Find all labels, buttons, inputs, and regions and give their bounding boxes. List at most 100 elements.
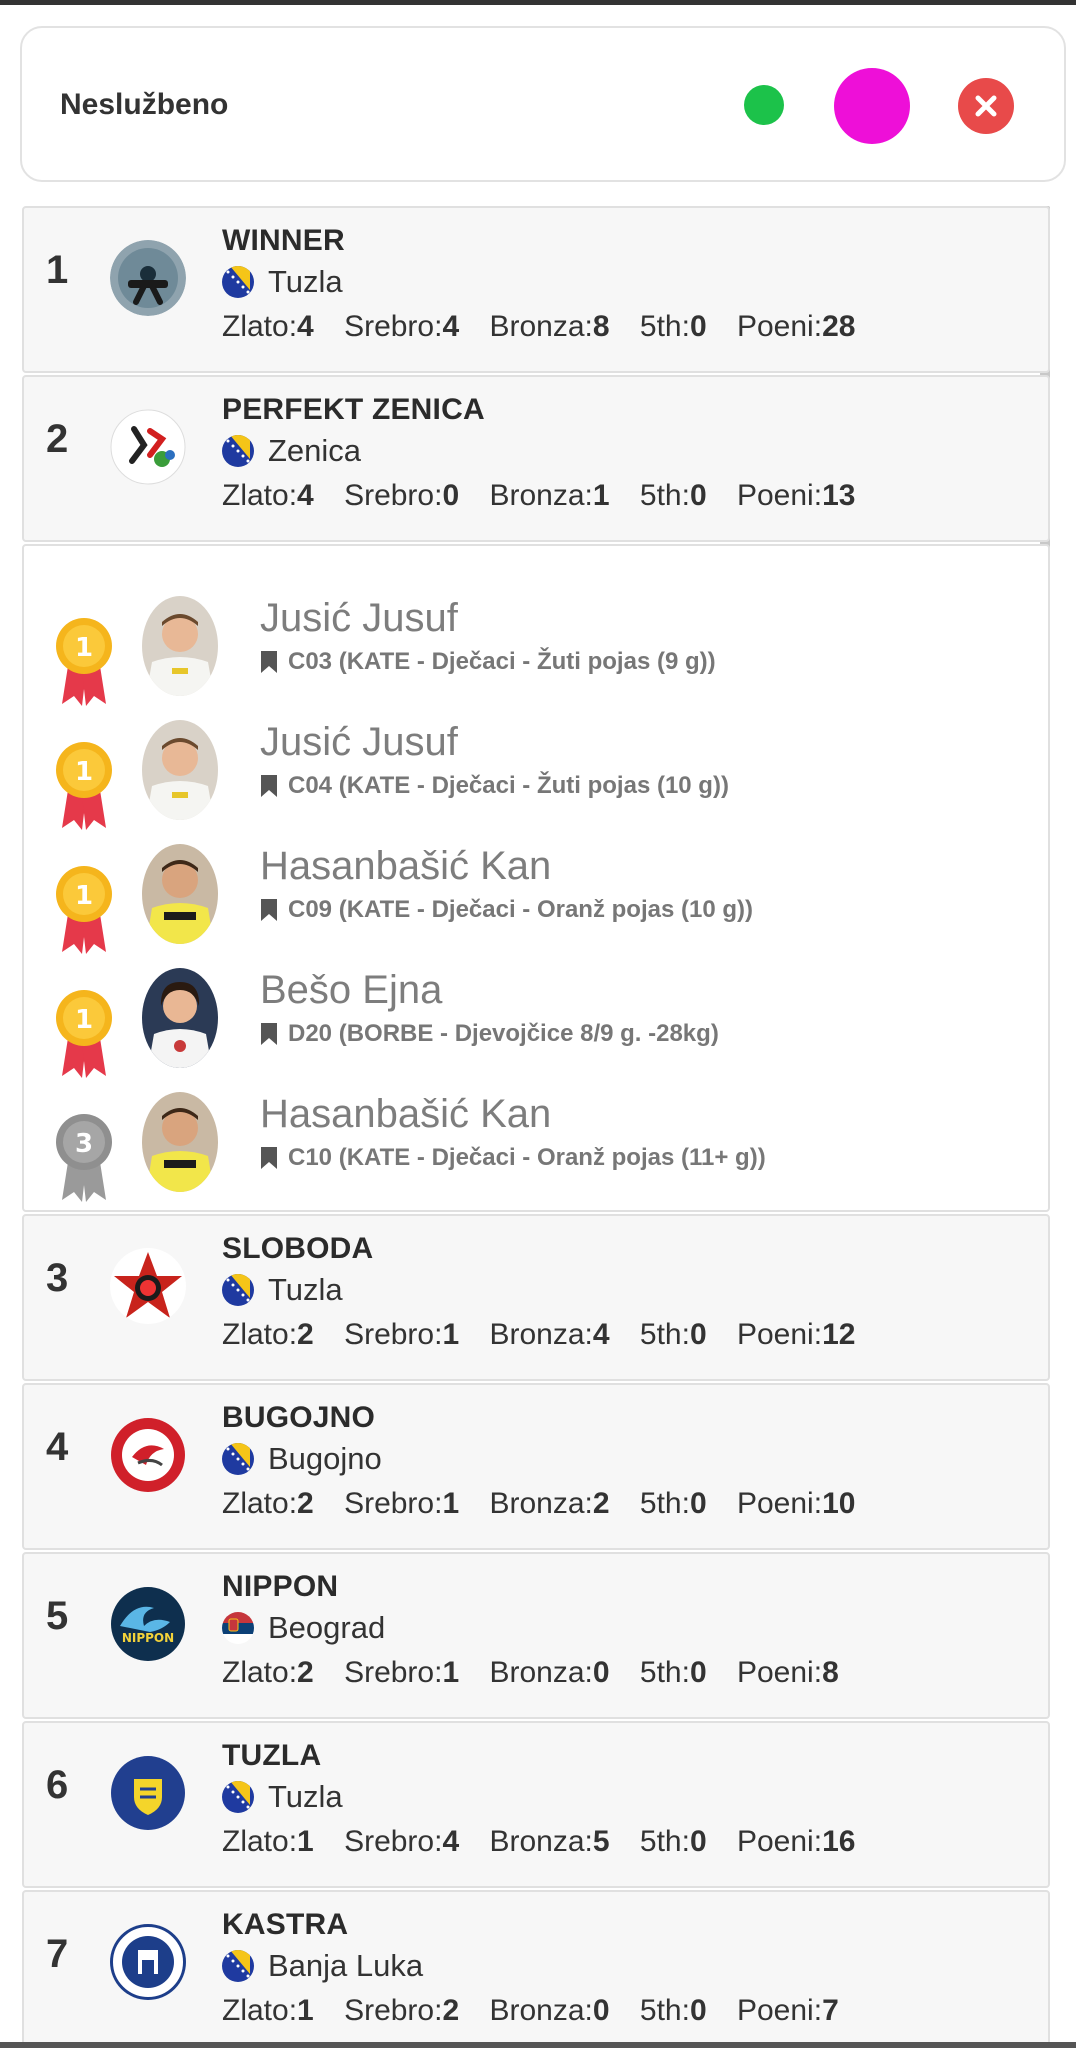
status-dot-magenta[interactable] [834,68,910,144]
bosnia-flag-icon [222,1781,254,1813]
gold-label: Zlato: [222,310,298,343]
club-rank: 4 [46,1425,69,1469]
club-city-row: Bugojno [222,1441,382,1477]
silver-label: Srebro: [344,1318,443,1351]
svg-text:1: 1 [75,633,93,663]
athlete-category-text: C03 (KATE - Dječaci - Žuti pojas (9 g)) [288,648,716,675]
athlete-category: C04 (KATE - Dječaci - Žuti pojas (10 g)) [260,772,729,800]
club-stats: Zlato:2 Srebro:1 Bronza:2 5th:0 Poeni:10 [222,1487,855,1521]
club-city: Bugojno [268,1441,382,1476]
athlete-category: C09 (KATE - Dječaci - Oranž pojas (10 g)… [260,896,753,924]
gold-count: 2 [297,1487,314,1520]
svg-text:NIPPON: NIPPON [122,1631,174,1645]
gold-medal-icon: 1 [56,742,112,830]
fifth-count: 0 [689,479,707,512]
gold-medal-icon: 1 [56,990,112,1078]
bronze-count: 5 [592,1825,610,1858]
club-city: Tuzla [268,1272,343,1307]
bosnia-flag-icon [222,1274,254,1306]
fifth-label: 5th: [639,1318,690,1351]
club-name: TUZLA [222,1739,322,1772]
silver-count: 1 [442,1656,460,1689]
club-row[interactable]: 2 PERFEKT ZENICA Zenica Zlato:4 Srebro:0… [22,375,1050,542]
club-name: WINNER [222,224,345,257]
points-count: 16 [822,1825,856,1858]
athlete-result-row[interactable]: 1 Jusić Jusuf C03 (KATE - Dječaci - Žuti… [24,596,1052,720]
club-city: Beograd [268,1610,386,1645]
silver-label: Srebro: [344,1487,443,1520]
club-city-row: Beograd [222,1610,385,1646]
club-rank: 1 [46,248,69,292]
points-count: 8 [822,1656,839,1689]
club-stats: Zlato:2 Srebro:1 Bronza:0 5th:0 Poeni:8 [222,1656,839,1690]
fifth-label: 5th: [639,1825,690,1858]
club-row[interactable]: 3 SLOBODA Tuzla Zlato:2 Srebro:1 Bronza:… [22,1214,1050,1381]
gold-count: 2 [297,1318,314,1351]
club-rank: 3 [46,1256,69,1300]
points-count: 13 [822,479,856,512]
bugojno-logo-icon [110,1417,186,1493]
serbia-flag-icon [222,1612,254,1644]
bookmark-icon [261,775,277,797]
fifth-count: 0 [689,1825,707,1858]
points-count: 10 [822,1487,856,1520]
gold-medal-icon: 1 [56,866,112,954]
bronze-label: Bronza: [489,1994,593,2027]
athlete-photo [142,1092,218,1192]
close-button[interactable] [958,78,1014,134]
club-name: BUGOJNO [222,1401,376,1434]
athlete-category-text: C04 (KATE - Dječaci - Žuti pojas (10 g)) [288,772,729,799]
fifth-count: 0 [689,1487,707,1520]
club-stats: Zlato:2 Srebro:1 Bronza:4 5th:0 Poeni:12 [222,1318,855,1352]
athlete-result-row[interactable]: 1 Jusić Jusuf C04 (KATE - Dječaci - Žuti… [24,720,1052,844]
bronze-label: Bronza: [489,1656,593,1689]
bronze-label: Bronza: [489,310,593,343]
club-city: Banja Luka [268,1948,424,1983]
club-row[interactable]: 5 NIPPON NIPPON Beograd Zlato:2 Srebro:1… [22,1552,1050,1719]
athlete-category-text: C09 (KATE - Dječaci - Oranž pojas (10 g)… [288,896,753,923]
gold-count: 4 [297,310,314,343]
gold-count: 4 [297,479,314,512]
fifth-label: 5th: [639,479,690,512]
athlete-category: C10 (KATE - Dječaci - Oranž pojas (11+ g… [260,1144,766,1172]
club-row[interactable]: 7 KASTRA Banja Luka Zlato:1 Srebro:2 Bro… [22,1890,1050,2048]
athlete-category: D20 (BORBE - Djevojčice 8/9 g. -28kg) [260,1020,719,1048]
bronze-count: 4 [592,1318,610,1351]
club-name: NIPPON [222,1570,339,1603]
silver-count: 4 [442,1825,460,1858]
gold-label: Zlato: [222,479,298,512]
club-row[interactable]: 6 TUZLA Tuzla Zlato:1 Srebro:4 Bronza:5 … [22,1721,1050,1888]
bookmark-icon [261,1023,277,1045]
bronze-label: Bronza: [489,1487,593,1520]
points-label: Poeni: [736,1318,823,1351]
points-label: Poeni: [736,1487,823,1520]
club-name: KASTRA [222,1908,349,1941]
fifth-label: 5th: [639,1994,690,2027]
athlete-result-row[interactable]: 3 Hasanbašić Kan C10 (KATE - Dječaci - O… [24,1092,1052,1216]
bronze-medal-icon: 3 [56,1114,112,1202]
fifth-count: 0 [689,1656,707,1689]
club-city-row: Zenica [222,433,361,469]
points-label: Poeni: [736,479,823,512]
club-city: Tuzla [268,264,343,299]
gold-medal-icon: 1 [56,618,112,706]
club-stats: Zlato:4 Srebro:4 Bronza:8 5th:0 Poeni:28 [222,310,855,344]
athlete-result-row[interactable]: 1 Hasanbašić Kan C09 (KATE - Dječaci - O… [24,844,1052,968]
bosnia-flag-icon [222,266,254,298]
athlete-photo [142,596,218,696]
silver-label: Srebro: [344,479,443,512]
silver-count: 4 [442,310,460,343]
athlete-results-panel: 1 Jusić Jusuf C03 (KATE - Dječaci - Žuti… [22,544,1050,1212]
athlete-name: Hasanbašić Kan [260,1092,552,1136]
club-rank: 5 [46,1594,69,1638]
bookmark-icon [261,651,277,673]
athlete-result-row[interactable]: 1 Bešo Ejna D20 (BORBE - Djevojčice 8/9 … [24,968,1052,1092]
bookmark-icon [261,899,277,921]
gold-label: Zlato: [222,1656,298,1689]
silver-count: 1 [442,1487,460,1520]
status-dot-green[interactable] [744,85,784,125]
kastra-logo-icon [110,1924,186,2000]
bosnia-flag-icon [222,1950,254,1982]
club-row[interactable]: 4 BUGOJNO Bugojno Zlato:2 Srebro:1 Bronz… [22,1383,1050,1550]
club-row[interactable]: 1 WINNER Tuzla Zlato:4 Srebro:4 Bronza:8… [22,206,1050,373]
